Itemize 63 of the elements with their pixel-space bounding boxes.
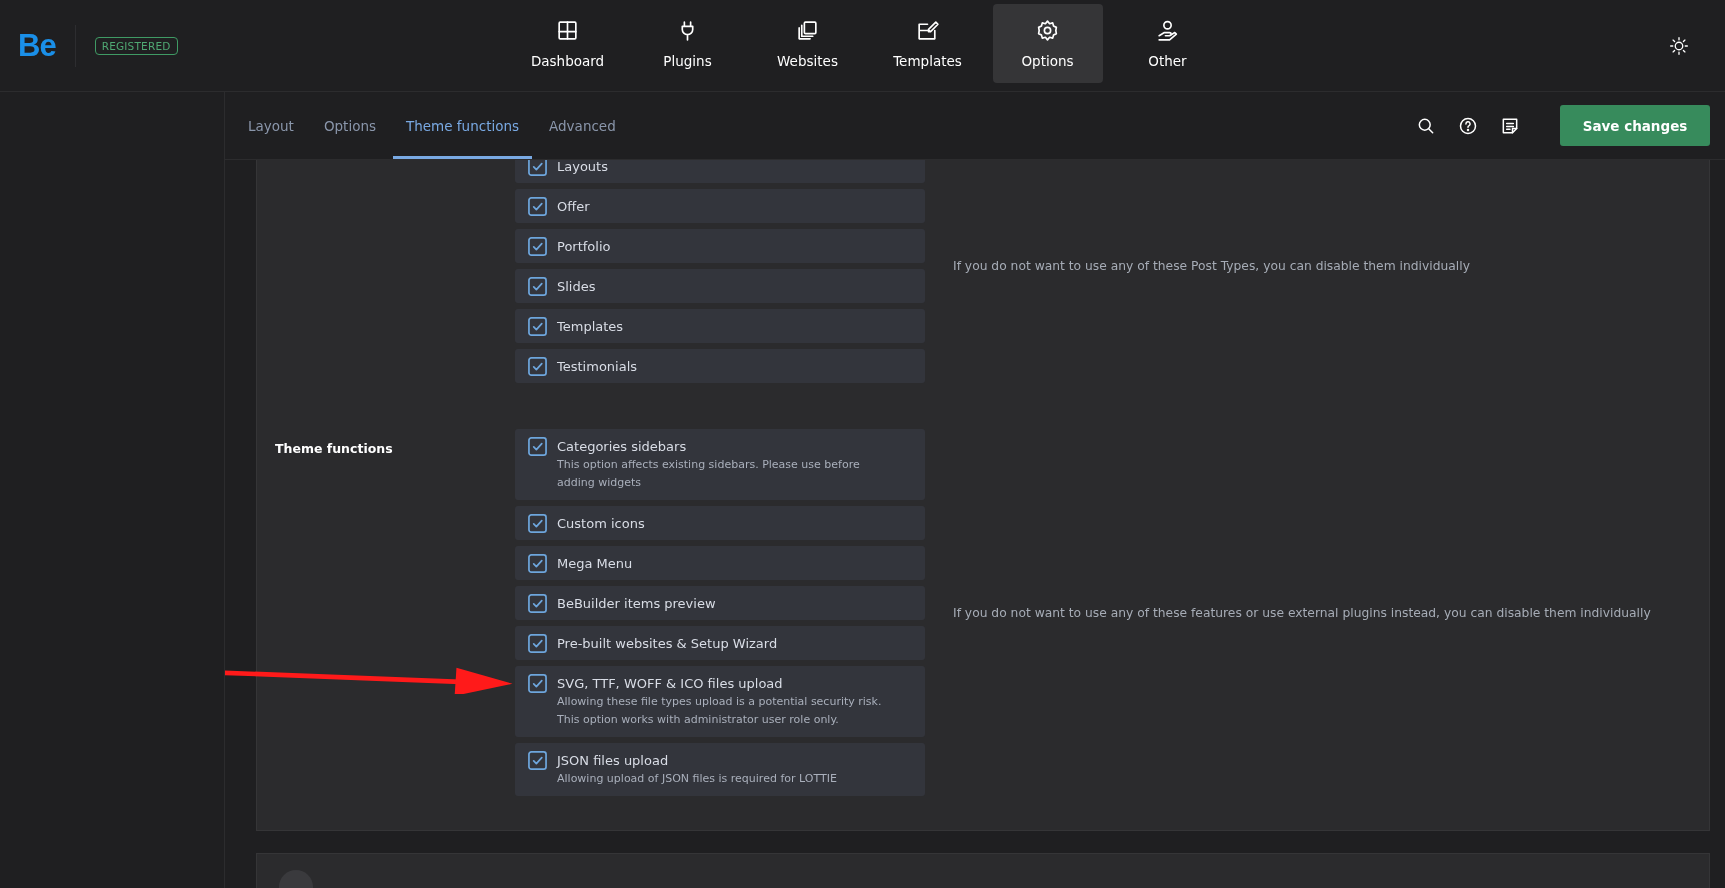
option-label: Portfolio [557,238,611,256]
checkbox[interactable] [528,437,547,456]
sun-icon[interactable] [1669,35,1689,56]
option-label: Custom icons [557,515,645,533]
option-note: This option affects existing sidebars. Please use before adding widgets [557,457,861,491]
person-hand-icon [1155,18,1180,43]
option-row[interactable]: BeBuilder items preview [515,586,925,620]
section-label: Theme functions [275,441,393,456]
stacked-squares-icon [795,18,820,43]
option-row[interactable]: JSON files upload Allowing upload of JSON files is required for LOTTIE [515,743,925,796]
status-badge: REGISTERED [94,36,178,55]
tab[interactable]: Advanced [536,92,629,159]
save-changes-button[interactable]: Save changes [1560,105,1710,146]
option-row[interactable]: Templates [515,309,925,343]
checkbox[interactable] [528,237,547,256]
checkbox[interactable] [528,357,547,376]
nav-item[interactable]: Dashboard [512,4,623,83]
option-note: Allowing these file types upload is a potential security risk. This option works with administrator user role only. [557,694,883,728]
tab[interactable]: Layout [235,92,307,159]
section-description: If you do not want to use any of these Post Types, you can disable them individually [953,259,1470,273]
checkbox[interactable] [528,554,547,573]
option-row[interactable]: Slides [515,269,925,303]
nav-item[interactable]: Websites [752,4,863,83]
checkbox[interactable] [528,160,547,176]
checkbox[interactable] [528,317,547,336]
tab[interactable]: Options [310,92,389,159]
checkbox[interactable] [528,277,547,296]
option-label: Slides [557,278,596,296]
nav-item[interactable]: Templates [872,4,983,83]
checkbox[interactable] [528,514,547,533]
logo[interactable]: Be [18,27,56,64]
nav-item[interactable]: Options [992,4,1103,83]
option-label: Templates [557,318,624,336]
checkbox[interactable] [528,751,547,770]
option-label: Pre-built websites & Setup Wizard [557,635,778,653]
option-label: Mega Menu [557,555,633,573]
grid-icon [555,18,580,43]
checkbox[interactable] [528,594,547,613]
checkbox[interactable] [528,197,547,216]
option-row[interactable]: Offer [515,189,925,223]
checkbox[interactable] [528,634,547,653]
option-row[interactable]: Portfolio [515,229,925,263]
option-row[interactable]: Mega Menu [515,546,925,580]
option-label: Categories sidebars [557,438,688,456]
section-description: If you do not want to use any of these features or use external plugins instead, you can disable them individually [953,605,1651,620]
option-label: Testimonials [557,358,638,376]
option-row[interactable]: Layouts [515,160,925,183]
option-row[interactable]: Custom icons [515,506,925,540]
option-label: Layouts [557,160,608,176]
nav-item[interactable]: Plugins [632,4,743,83]
checkbox[interactable] [528,674,547,693]
option-row[interactable]: Testimonials [515,349,925,383]
option-label: JSON files upload [557,752,670,770]
option-note: Allowing upload of JSON files is required for LOTTIE [557,771,837,787]
option-row[interactable]: Pre-built websites & Setup Wizard [515,626,925,660]
nav-item[interactable]: Other [1112,4,1223,83]
edit-icon [915,18,940,43]
settings-icon [1035,18,1060,43]
option-row[interactable]: Categories sidebars This option affects existing sidebars. Please use before adding widgets [515,429,925,500]
option-label: Offer [557,198,590,216]
option-label: BeBuilder items preview [557,595,716,613]
option-label: SVG, TTF, WOFF & ICO files upload [557,675,784,693]
help-icon[interactable] [1458,115,1478,136]
